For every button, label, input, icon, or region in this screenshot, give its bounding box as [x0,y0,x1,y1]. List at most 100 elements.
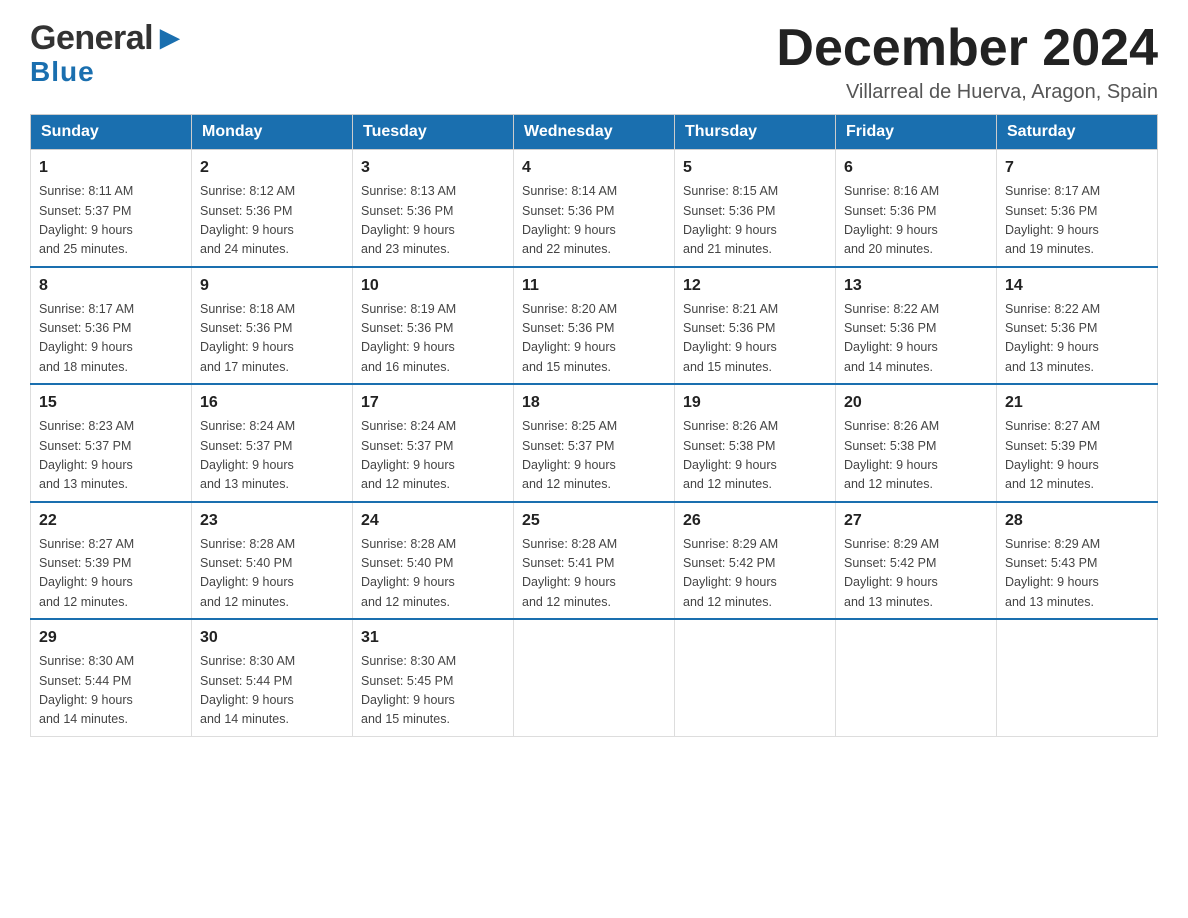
day-number: 22 [39,509,183,533]
calendar-week-row: 15 Sunrise: 8:23 AM Sunset: 5:37 PM Dayl… [31,384,1158,502]
cell-content: Sunrise: 8:19 AM Sunset: 5:36 PM Dayligh… [361,300,505,378]
calendar-cell: 5 Sunrise: 8:15 AM Sunset: 5:36 PM Dayli… [675,150,836,267]
cell-content: Sunrise: 8:17 AM Sunset: 5:36 PM Dayligh… [1005,182,1149,260]
cell-content: Sunrise: 8:11 AM Sunset: 5:37 PM Dayligh… [39,182,183,260]
cell-content: Sunrise: 8:20 AM Sunset: 5:36 PM Dayligh… [522,300,666,378]
cell-content: Sunrise: 8:27 AM Sunset: 5:39 PM Dayligh… [39,535,183,613]
calendar-cell: 25 Sunrise: 8:28 AM Sunset: 5:41 PM Dayl… [514,502,675,620]
calendar-cell: 17 Sunrise: 8:24 AM Sunset: 5:37 PM Dayl… [353,384,514,502]
cell-content: Sunrise: 8:28 AM Sunset: 5:40 PM Dayligh… [361,535,505,613]
cell-content: Sunrise: 8:29 AM Sunset: 5:42 PM Dayligh… [683,535,827,613]
cell-content: Sunrise: 8:18 AM Sunset: 5:36 PM Dayligh… [200,300,344,378]
calendar-cell: 8 Sunrise: 8:17 AM Sunset: 5:36 PM Dayli… [31,267,192,385]
cell-content: Sunrise: 8:30 AM Sunset: 5:44 PM Dayligh… [200,652,344,730]
day-number: 30 [200,626,344,650]
calendar-cell: 12 Sunrise: 8:21 AM Sunset: 5:36 PM Dayl… [675,267,836,385]
cell-content: Sunrise: 8:14 AM Sunset: 5:36 PM Dayligh… [522,182,666,260]
day-number: 2 [200,156,344,180]
calendar-cell: 27 Sunrise: 8:29 AM Sunset: 5:42 PM Dayl… [836,502,997,620]
calendar-cell [997,619,1158,736]
calendar-cell: 26 Sunrise: 8:29 AM Sunset: 5:42 PM Dayl… [675,502,836,620]
calendar-cell: 4 Sunrise: 8:14 AM Sunset: 5:36 PM Dayli… [514,150,675,267]
cell-content: Sunrise: 8:28 AM Sunset: 5:41 PM Dayligh… [522,535,666,613]
cell-content: Sunrise: 8:21 AM Sunset: 5:36 PM Dayligh… [683,300,827,378]
day-number: 10 [361,274,505,298]
calendar-cell: 7 Sunrise: 8:17 AM Sunset: 5:36 PM Dayli… [997,150,1158,267]
calendar-cell: 15 Sunrise: 8:23 AM Sunset: 5:37 PM Dayl… [31,384,192,502]
calendar-cell [836,619,997,736]
calendar-week-row: 22 Sunrise: 8:27 AM Sunset: 5:39 PM Dayl… [31,502,1158,620]
cell-content: Sunrise: 8:28 AM Sunset: 5:40 PM Dayligh… [200,535,344,613]
logo-line1: General► [30,20,186,57]
calendar-header-row: Sunday Monday Tuesday Wednesday Thursday… [31,115,1158,150]
col-saturday: Saturday [997,115,1158,150]
day-number: 28 [1005,509,1149,533]
day-number: 11 [522,274,666,298]
cell-content: Sunrise: 8:22 AM Sunset: 5:36 PM Dayligh… [1005,300,1149,378]
calendar-cell: 31 Sunrise: 8:30 AM Sunset: 5:45 PM Dayl… [353,619,514,736]
location-subtitle: Villarreal de Huerva, Aragon, Spain [776,81,1158,104]
cell-content: Sunrise: 8:24 AM Sunset: 5:37 PM Dayligh… [361,417,505,495]
day-number: 3 [361,156,505,180]
calendar-cell: 10 Sunrise: 8:19 AM Sunset: 5:36 PM Dayl… [353,267,514,385]
cell-content: Sunrise: 8:12 AM Sunset: 5:36 PM Dayligh… [200,182,344,260]
calendar-cell: 30 Sunrise: 8:30 AM Sunset: 5:44 PM Dayl… [192,619,353,736]
calendar-cell: 29 Sunrise: 8:30 AM Sunset: 5:44 PM Dayl… [31,619,192,736]
day-number: 27 [844,509,988,533]
cell-content: Sunrise: 8:30 AM Sunset: 5:44 PM Dayligh… [39,652,183,730]
calendar-cell: 6 Sunrise: 8:16 AM Sunset: 5:36 PM Dayli… [836,150,997,267]
col-thursday: Thursday [675,115,836,150]
col-friday: Friday [836,115,997,150]
title-area: December 2024 Villarreal de Huerva, Arag… [776,20,1158,104]
day-number: 23 [200,509,344,533]
calendar-cell: 3 Sunrise: 8:13 AM Sunset: 5:36 PM Dayli… [353,150,514,267]
cell-content: Sunrise: 8:22 AM Sunset: 5:36 PM Dayligh… [844,300,988,378]
day-number: 20 [844,391,988,415]
day-number: 25 [522,509,666,533]
day-number: 9 [200,274,344,298]
cell-content: Sunrise: 8:29 AM Sunset: 5:43 PM Dayligh… [1005,535,1149,613]
cell-content: Sunrise: 8:29 AM Sunset: 5:42 PM Dayligh… [844,535,988,613]
day-number: 19 [683,391,827,415]
day-number: 31 [361,626,505,650]
day-number: 26 [683,509,827,533]
day-number: 15 [39,391,183,415]
calendar-cell: 18 Sunrise: 8:25 AM Sunset: 5:37 PM Dayl… [514,384,675,502]
calendar-cell [514,619,675,736]
calendar-table: Sunday Monday Tuesday Wednesday Thursday… [30,114,1158,737]
day-number: 6 [844,156,988,180]
calendar-cell [675,619,836,736]
cell-content: Sunrise: 8:23 AM Sunset: 5:37 PM Dayligh… [39,417,183,495]
calendar-cell: 9 Sunrise: 8:18 AM Sunset: 5:36 PM Dayli… [192,267,353,385]
calendar-cell: 24 Sunrise: 8:28 AM Sunset: 5:40 PM Dayl… [353,502,514,620]
col-tuesday: Tuesday [353,115,514,150]
cell-content: Sunrise: 8:30 AM Sunset: 5:45 PM Dayligh… [361,652,505,730]
calendar-cell: 21 Sunrise: 8:27 AM Sunset: 5:39 PM Dayl… [997,384,1158,502]
calendar-cell: 23 Sunrise: 8:28 AM Sunset: 5:40 PM Dayl… [192,502,353,620]
calendar-cell: 13 Sunrise: 8:22 AM Sunset: 5:36 PM Dayl… [836,267,997,385]
calendar-week-row: 1 Sunrise: 8:11 AM Sunset: 5:37 PM Dayli… [31,150,1158,267]
cell-content: Sunrise: 8:15 AM Sunset: 5:36 PM Dayligh… [683,182,827,260]
cell-content: Sunrise: 8:26 AM Sunset: 5:38 PM Dayligh… [844,417,988,495]
calendar-cell: 11 Sunrise: 8:20 AM Sunset: 5:36 PM Dayl… [514,267,675,385]
calendar-cell: 2 Sunrise: 8:12 AM Sunset: 5:36 PM Dayli… [192,150,353,267]
day-number: 13 [844,274,988,298]
cell-content: Sunrise: 8:16 AM Sunset: 5:36 PM Dayligh… [844,182,988,260]
day-number: 18 [522,391,666,415]
logo-line2: Blue [30,57,186,88]
day-number: 24 [361,509,505,533]
col-monday: Monday [192,115,353,150]
logo: General► Blue [30,20,186,88]
calendar-cell: 28 Sunrise: 8:29 AM Sunset: 5:43 PM Dayl… [997,502,1158,620]
cell-content: Sunrise: 8:27 AM Sunset: 5:39 PM Dayligh… [1005,417,1149,495]
day-number: 5 [683,156,827,180]
cell-content: Sunrise: 8:25 AM Sunset: 5:37 PM Dayligh… [522,417,666,495]
page-header: General► Blue December 2024 Villarreal d… [30,20,1158,104]
day-number: 14 [1005,274,1149,298]
calendar-week-row: 29 Sunrise: 8:30 AM Sunset: 5:44 PM Dayl… [31,619,1158,736]
day-number: 1 [39,156,183,180]
day-number: 4 [522,156,666,180]
calendar-cell: 14 Sunrise: 8:22 AM Sunset: 5:36 PM Dayl… [997,267,1158,385]
calendar-cell: 20 Sunrise: 8:26 AM Sunset: 5:38 PM Dayl… [836,384,997,502]
calendar-cell: 19 Sunrise: 8:26 AM Sunset: 5:38 PM Dayl… [675,384,836,502]
